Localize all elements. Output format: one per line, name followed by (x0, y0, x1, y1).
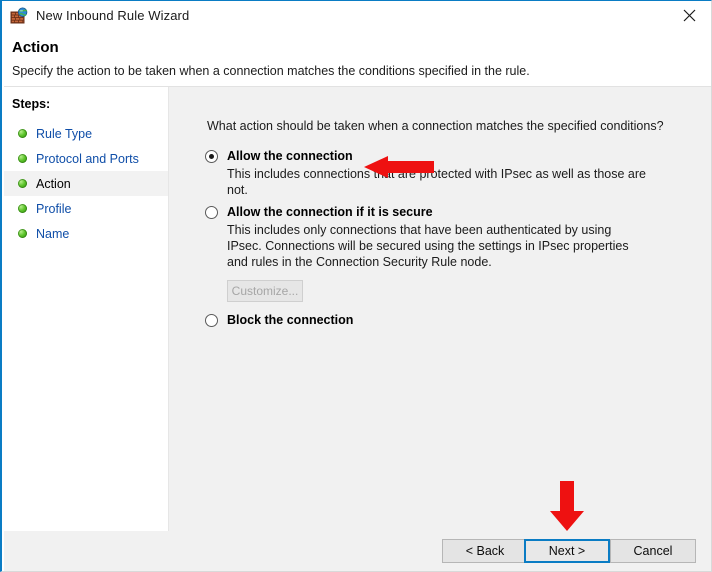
sidebar-item-label: Rule Type (36, 127, 92, 141)
radio-allow-if-secure[interactable] (205, 206, 218, 219)
back-button[interactable]: < Back (442, 539, 528, 563)
green-bullet-icon (18, 129, 27, 138)
radio-block-the-connection[interactable] (205, 314, 218, 327)
content-panel: What action should be taken when a conne… (169, 87, 712, 571)
steps-list: Rule Type Protocol and Ports Action Prof… (4, 121, 168, 246)
option-title: Allow the connection if it is secure (227, 205, 433, 219)
green-bullet-icon (18, 204, 27, 213)
option-block-the-connection[interactable]: Block the connection (205, 313, 353, 327)
green-bullet-icon (18, 229, 27, 238)
sidebar-item-protocol-and-ports[interactable]: Protocol and Ports (4, 146, 168, 171)
window-title: New Inbound Rule Wizard (36, 8, 189, 23)
sidebar-item-rule-type[interactable]: Rule Type (4, 121, 168, 146)
firewall-globe-icon (10, 7, 28, 25)
sidebar-item-label: Protocol and Ports (36, 152, 139, 166)
steps-sidebar: Steps: Rule Type Protocol and Ports Acti… (4, 87, 168, 571)
sidebar-item-name[interactable]: Name (4, 221, 168, 246)
option-description: This includes only connections that have… (227, 222, 647, 270)
sidebar-item-profile[interactable]: Profile (4, 196, 168, 221)
annotation-arrow-left-icon (364, 156, 434, 178)
green-bullet-icon (18, 179, 27, 188)
wizard-header: Action Specify the action to be taken wh… (4, 30, 712, 86)
radio-allow-the-connection[interactable] (205, 150, 218, 163)
annotation-arrow-down-icon (547, 481, 587, 531)
page-title: Action (12, 39, 59, 56)
title-bar: New Inbound Rule Wizard (2, 1, 712, 30)
sidebar-item-label: Name (36, 227, 69, 241)
cancel-button[interactable]: Cancel (610, 539, 696, 563)
option-allow-if-secure[interactable]: Allow the connection if it is secure Thi… (205, 205, 647, 302)
option-title: Block the connection (227, 313, 353, 327)
next-button[interactable]: Next > (524, 539, 610, 563)
close-icon[interactable] (666, 1, 712, 30)
customize-button: Customize... (227, 280, 303, 302)
wizard-window: New Inbound Rule Wizard Action Specify t… (0, 0, 712, 572)
green-bullet-icon (18, 154, 27, 163)
sidebar-item-action[interactable]: Action (4, 171, 168, 196)
sidebar-item-label: Profile (36, 202, 71, 216)
sidebar-item-label: Action (36, 177, 71, 191)
wizard-footer: < Back Next > Cancel (4, 531, 712, 571)
question-text: What action should be taken when a conne… (207, 119, 664, 133)
option-title: Allow the connection (227, 149, 353, 163)
option-description: This includes connections that are prote… (227, 166, 647, 198)
wizard-body: Steps: Rule Type Protocol and Ports Acti… (4, 87, 712, 571)
page-subtitle: Specify the action to be taken when a co… (12, 64, 530, 78)
steps-heading: Steps: (12, 97, 50, 111)
